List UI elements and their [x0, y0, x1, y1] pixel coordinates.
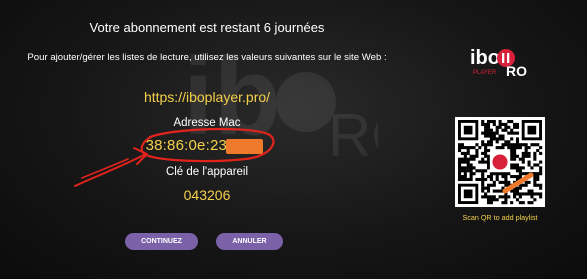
- cancel-button[interactable]: ANNULER: [216, 233, 283, 250]
- ibo-player-pro-logo: ibo PLAYER RO: [470, 47, 527, 78]
- device-key-value: 043206: [183, 187, 231, 203]
- qr-code: [455, 117, 545, 207]
- qr-caption: Scan QR to add playlist: [462, 213, 538, 222]
- svg-text:RO: RO: [328, 102, 378, 164]
- ibo-player-logo-icon: [492, 154, 508, 170]
- instructions-text: Pour ajouter/gérer les listes de lecture…: [27, 52, 387, 63]
- website-url[interactable]: https://iboplayer.pro/: [0, 89, 414, 105]
- device-key-label: Clé de l'appareil: [165, 166, 249, 178]
- brand-player-text: PLAYER: [473, 70, 497, 76]
- mac-address-label: Adresse Mac: [173, 117, 241, 129]
- redaction-mark: [226, 139, 263, 154]
- brand-ibo-text: ibo: [470, 47, 500, 69]
- subscription-title: Votre abonnement est restant 6 journées: [89, 20, 325, 35]
- brand-pro-text: RO: [506, 63, 527, 78]
- qr-code-image: [458, 120, 543, 205]
- mac-address-value: 38:86:0e:23:: [145, 137, 232, 154]
- continue-button[interactable]: CONTINUEZ: [125, 233, 198, 250]
